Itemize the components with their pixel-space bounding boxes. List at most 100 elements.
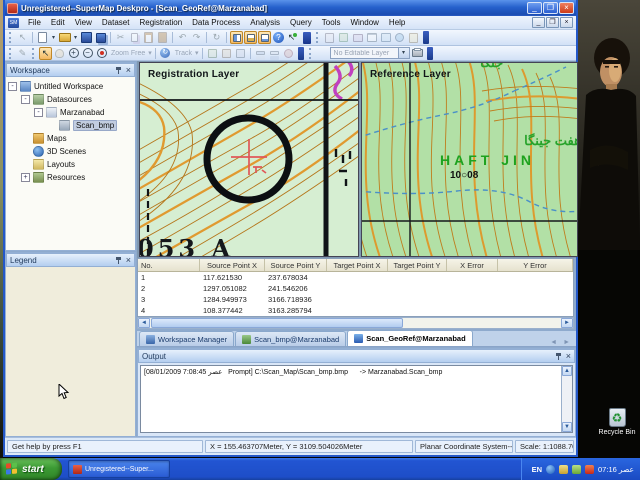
start-button[interactable]: start: [0, 458, 62, 480]
expander-icon[interactable]: -: [8, 82, 17, 91]
dataset-append-icon[interactable]: [351, 31, 364, 44]
new-icon[interactable]: [36, 31, 49, 44]
tray-icon[interactable]: [559, 464, 569, 474]
registration-map-view[interactable]: Registration Layer 053 A: [139, 62, 359, 257]
mdi-close-button[interactable]: ×: [560, 17, 573, 28]
output-panel-toggle-icon[interactable]: [258, 31, 271, 44]
table-horizontal-scrollbar[interactable]: ◄ ►: [137, 317, 574, 329]
tray-icon[interactable]: [546, 464, 556, 474]
help-icon[interactable]: ?: [272, 31, 285, 44]
paste-icon[interactable]: [142, 31, 155, 44]
menu-file[interactable]: File: [23, 16, 46, 30]
map-select-icon[interactable]: [206, 47, 219, 60]
tree-item-scan-bmp[interactable]: Scan_bmp: [6, 119, 135, 132]
tab-scroll-arrows[interactable]: ◄ ►: [550, 339, 576, 346]
menu-tools[interactable]: Tools: [317, 16, 346, 30]
save-all-icon[interactable]: [94, 31, 107, 44]
layout-new-icon[interactable]: [407, 31, 420, 44]
scrollbar-thumb[interactable]: [151, 318, 404, 328]
tree-item-marzanabad[interactable]: - Marzanabad: [6, 106, 135, 119]
toolbar-overflow-icon[interactable]: [297, 46, 304, 60]
tray-icon[interactable]: [585, 464, 595, 474]
tab-scan-bmp[interactable]: Scan_bmp@Marzanabad: [235, 331, 347, 346]
zoom-free-label[interactable]: Zoom Free: [109, 50, 147, 57]
tree-item-layouts[interactable]: Layouts: [6, 158, 135, 171]
toolbar-grip[interactable]: [316, 32, 320, 43]
taskbar-window-button[interactable]: Unregistered--Super...: [68, 460, 170, 478]
column-header-no[interactable]: No.: [138, 259, 200, 271]
table-row[interactable]: 1 117.621530 237.678034: [138, 272, 573, 283]
dataset-copy-icon[interactable]: [337, 31, 350, 44]
save-icon[interactable]: [80, 31, 93, 44]
layer-up-icon[interactable]: [254, 47, 267, 60]
menu-window[interactable]: Window: [345, 16, 383, 30]
open-icon[interactable]: [58, 31, 71, 44]
editable-layer-dropdown[interactable]: No Editable Layer ▾: [329, 47, 410, 59]
menu-dataset[interactable]: Dataset: [97, 16, 135, 30]
map-measure-icon[interactable]: [234, 47, 247, 60]
pointer-tool-icon[interactable]: ↖: [39, 46, 52, 60]
taskbar-clock[interactable]: 07:16 عصر: [598, 465, 634, 474]
mdi-restore-button[interactable]: ❐: [546, 17, 559, 28]
mdi-minimize-button[interactable]: _: [532, 17, 545, 28]
tree-item-maps[interactable]: Maps: [6, 132, 135, 145]
redo-icon[interactable]: ↷: [190, 31, 203, 44]
table-row[interactable]: 4 108.377442 3163.285794: [138, 305, 573, 316]
edit-icon[interactable]: ✎: [16, 47, 29, 60]
tab-workspace-manager[interactable]: Workspace Manager: [139, 331, 235, 346]
cut-icon[interactable]: ✂: [114, 31, 127, 44]
menu-view[interactable]: View: [70, 16, 97, 30]
toolbar-overflow-icon[interactable]: [426, 46, 433, 60]
zoom-out-icon[interactable]: −: [81, 47, 94, 60]
history-icon[interactable]: ↻: [159, 47, 172, 60]
scene-new-icon[interactable]: [393, 31, 406, 44]
toolbar-grip[interactable]: [9, 32, 13, 43]
paste-special-icon[interactable]: [156, 31, 169, 44]
menu-data-process[interactable]: Data Process: [187, 16, 245, 30]
column-header-source-x[interactable]: Source Point X: [200, 259, 265, 271]
column-header-source-y[interactable]: Source Point Y: [265, 259, 327, 271]
expander-icon[interactable]: -: [34, 108, 43, 117]
language-indicator[interactable]: EN: [532, 465, 542, 474]
layer-down-icon[interactable]: [268, 47, 281, 60]
table-view-icon[interactable]: [365, 31, 378, 44]
title-bar[interactable]: Unregistered--SuperMap Deskpro - [Scan_G…: [5, 0, 576, 16]
track-label[interactable]: Track: [173, 50, 194, 57]
menu-help[interactable]: Help: [384, 16, 410, 30]
tree-item-datasources[interactable]: - Datasources: [6, 93, 135, 106]
close-button[interactable]: ×: [559, 2, 574, 14]
map-query-icon[interactable]: [220, 47, 233, 60]
menu-query[interactable]: Query: [285, 16, 317, 30]
scroll-left-icon[interactable]: ◄: [138, 318, 150, 328]
recycle-bin[interactable]: ♻ Recycle Bin: [594, 408, 640, 436]
output-vertical-scrollbar[interactable]: ▲ ▼: [561, 366, 572, 432]
toolbar-grip[interactable]: [308, 47, 313, 59]
column-header-target-x[interactable]: Target Point X: [327, 259, 388, 271]
close-icon[interactable]: ×: [126, 65, 131, 75]
open-dropdown-icon[interactable]: ▾: [72, 31, 79, 44]
tree-item-resources[interactable]: + Resources: [6, 171, 135, 184]
column-header-target-y[interactable]: Target Point Y: [388, 259, 447, 271]
close-icon[interactable]: ×: [126, 255, 131, 265]
legend-panel-toggle-icon[interactable]: [244, 31, 257, 44]
mdi-app-icon[interactable]: SM: [8, 17, 19, 28]
tree-item-untitled-workspace[interactable]: - Untitled Workspace: [6, 80, 135, 93]
menu-edit[interactable]: Edit: [46, 16, 70, 30]
menu-analysis[interactable]: Analysis: [245, 16, 285, 30]
column-header-x-error[interactable]: X Error: [447, 259, 498, 271]
toolbar-grip[interactable]: [9, 47, 13, 59]
zoom-free-dropdown-icon[interactable]: ▾: [148, 49, 152, 57]
scroll-up-icon[interactable]: ▲: [562, 366, 572, 376]
minimize-button[interactable]: _: [527, 2, 542, 14]
undo-icon[interactable]: ↶: [176, 31, 189, 44]
zoom-in-icon[interactable]: +: [67, 47, 80, 60]
panel-switch-icon[interactable]: [300, 31, 313, 44]
pan-tool-icon[interactable]: [53, 47, 66, 60]
table-row[interactable]: 3 1284.949973 3166.718936: [138, 294, 573, 305]
output-log-area[interactable]: [08/01/2009 7:08:45 عصر Prompt] C:\Scan_…: [140, 365, 573, 433]
table-row[interactable]: 2 1297.051082 241.546206: [138, 283, 573, 294]
tray-icon[interactable]: [572, 464, 582, 474]
tab-scan-georef[interactable]: Scan_GeoRef@Marzanabad: [347, 330, 473, 346]
layer-style-icon[interactable]: [282, 47, 295, 60]
scroll-down-icon[interactable]: ▼: [562, 422, 572, 432]
